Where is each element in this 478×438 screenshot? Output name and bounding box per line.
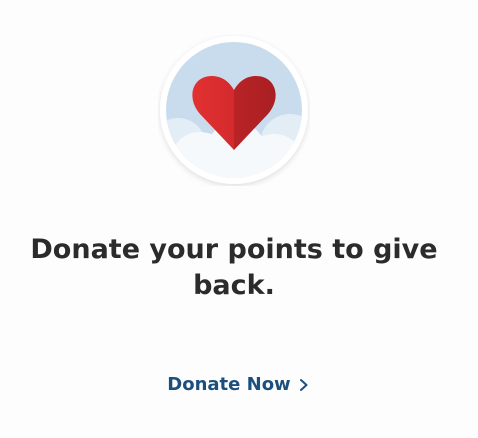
promo-headline: Donate your points to give back. [30, 234, 438, 301]
heart-clouds-badge [158, 34, 310, 186]
donate-now-link[interactable]: Donate Now [138, 370, 338, 400]
chevron-right-icon [299, 378, 309, 392]
heart-icon [160, 36, 308, 184]
donate-now-label: Donate Now [167, 374, 291, 395]
donate-promo-card: Donate your points to give back. Donate … [0, 0, 478, 438]
